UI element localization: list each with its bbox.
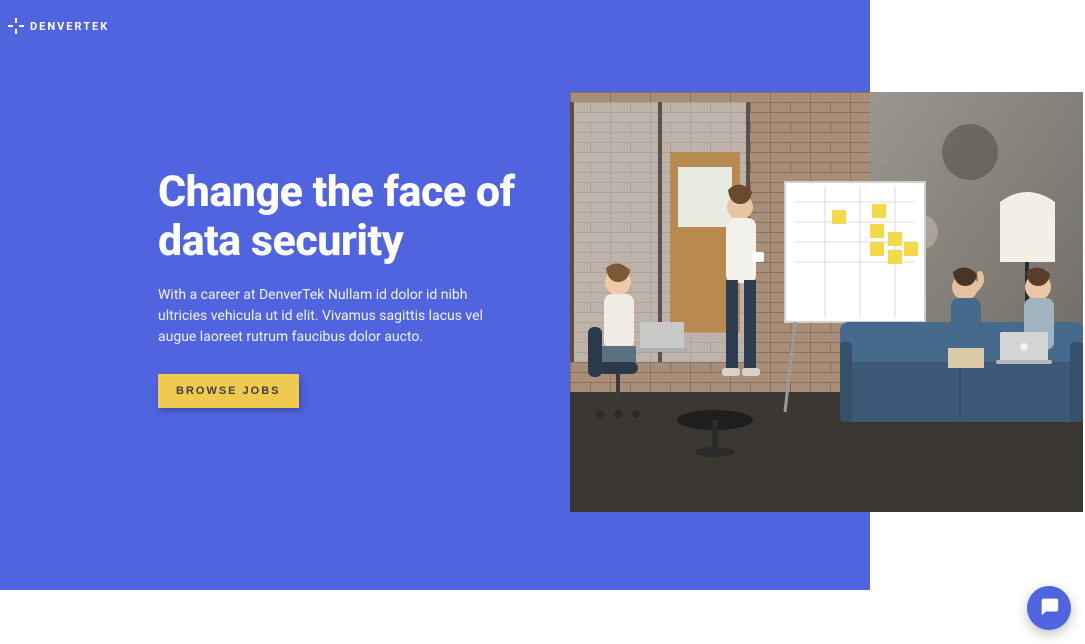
hero-subtitle: With a career at DenverTek Nullam id dol… (158, 285, 498, 348)
brand-name: DENVERTEK (30, 20, 109, 33)
chat-icon (1038, 595, 1060, 621)
hero-image (570, 92, 1083, 512)
chat-widget-button[interactable] (1027, 586, 1071, 630)
logo-icon (8, 18, 24, 34)
hero-content: Change the face of data security With a … (158, 168, 518, 408)
brand-logo[interactable]: DENVERTEK (8, 18, 109, 34)
browse-jobs-button[interactable]: BROWSE JOBS (158, 374, 299, 408)
hero-title: Change the face of data security (158, 168, 518, 267)
